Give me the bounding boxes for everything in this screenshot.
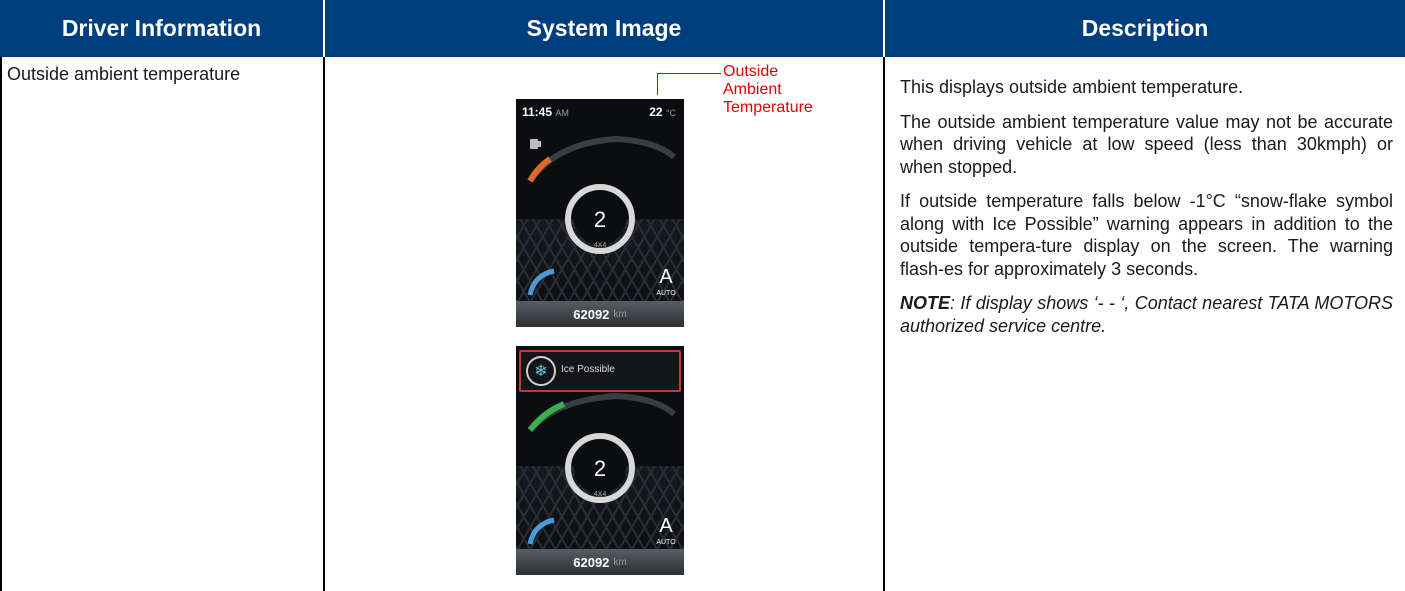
callout-line-1: Outside xyxy=(723,63,779,80)
odometer-value: 62092 xyxy=(573,554,610,570)
odometer-unit: km xyxy=(613,556,627,568)
table-divider xyxy=(883,57,885,591)
auto-mode-label: AUTO xyxy=(656,539,676,546)
note-paragraph: NOTE: If display shows ‘- - ‘, Contact n… xyxy=(900,292,1393,337)
description-paragraph: The outside ambient temperature value ma… xyxy=(900,111,1393,177)
header-system-image: System Image xyxy=(526,15,682,41)
table-header: Driver Information System Image Descript… xyxy=(0,0,1405,57)
cluster-screen-temperature: 11:45 AM 22 °C 2 4X4 A AUTO 62092 km xyxy=(516,99,684,327)
header-description: Description xyxy=(1081,15,1209,41)
table-border-left xyxy=(0,57,2,591)
callout-leader-line xyxy=(657,73,721,74)
cluster-screen-ice-warning: ❄ Ice Possible 2 4X4 A AUTO 62092 km xyxy=(516,346,684,575)
drive-mode-label: 4X4 xyxy=(594,491,607,498)
description-paragraph: If outside temperature falls below -1°C … xyxy=(900,191,1393,279)
fuel-icon xyxy=(530,139,541,149)
gear-number: 2 xyxy=(594,456,606,481)
header-driver-information: Driver Information xyxy=(61,15,262,41)
fuel-gauge-fill xyxy=(527,156,552,183)
drive-mode-label: 4X4 xyxy=(594,242,607,249)
description-paragraph: This displays outside ambient temperatur… xyxy=(900,77,1244,97)
gear-number: 2 xyxy=(594,207,606,232)
odometer-unit: km xyxy=(613,308,627,320)
callout-line-2: Ambient xyxy=(723,81,782,98)
fuel-gauge-track xyxy=(527,135,676,183)
description-cell: This displays outside ambient temperatur… xyxy=(900,76,1393,349)
auto-mode-letter: A xyxy=(659,515,673,537)
callout-line-3: Temperature xyxy=(723,99,813,116)
table-divider xyxy=(323,57,325,591)
coolant-gauge-fill xyxy=(527,517,555,545)
cluster-gauges: 2 4X4 A AUTO xyxy=(527,392,676,546)
cluster-gauges: 2 4X4 A AUTO xyxy=(527,135,676,297)
auto-mode-letter: A xyxy=(659,266,673,288)
gauge-fill xyxy=(527,401,566,432)
auto-mode-label: AUTO xyxy=(656,290,676,297)
coolant-gauge-fill xyxy=(527,268,555,296)
odometer: 62092 km xyxy=(516,301,684,327)
callout-label: Outside Ambient Temperature xyxy=(723,63,813,117)
driver-info-table: Driver Information System Image Descript… xyxy=(0,0,1405,591)
callout-leader-line xyxy=(657,73,658,95)
note-label: NOTE xyxy=(900,293,951,313)
driver-info-cell: Outside ambient temperature xyxy=(7,64,241,84)
odometer: 62092 km xyxy=(516,549,684,575)
odometer-value: 62092 xyxy=(573,306,610,322)
note-text: : If display shows ‘- - ‘, Contact neare… xyxy=(900,293,1393,336)
